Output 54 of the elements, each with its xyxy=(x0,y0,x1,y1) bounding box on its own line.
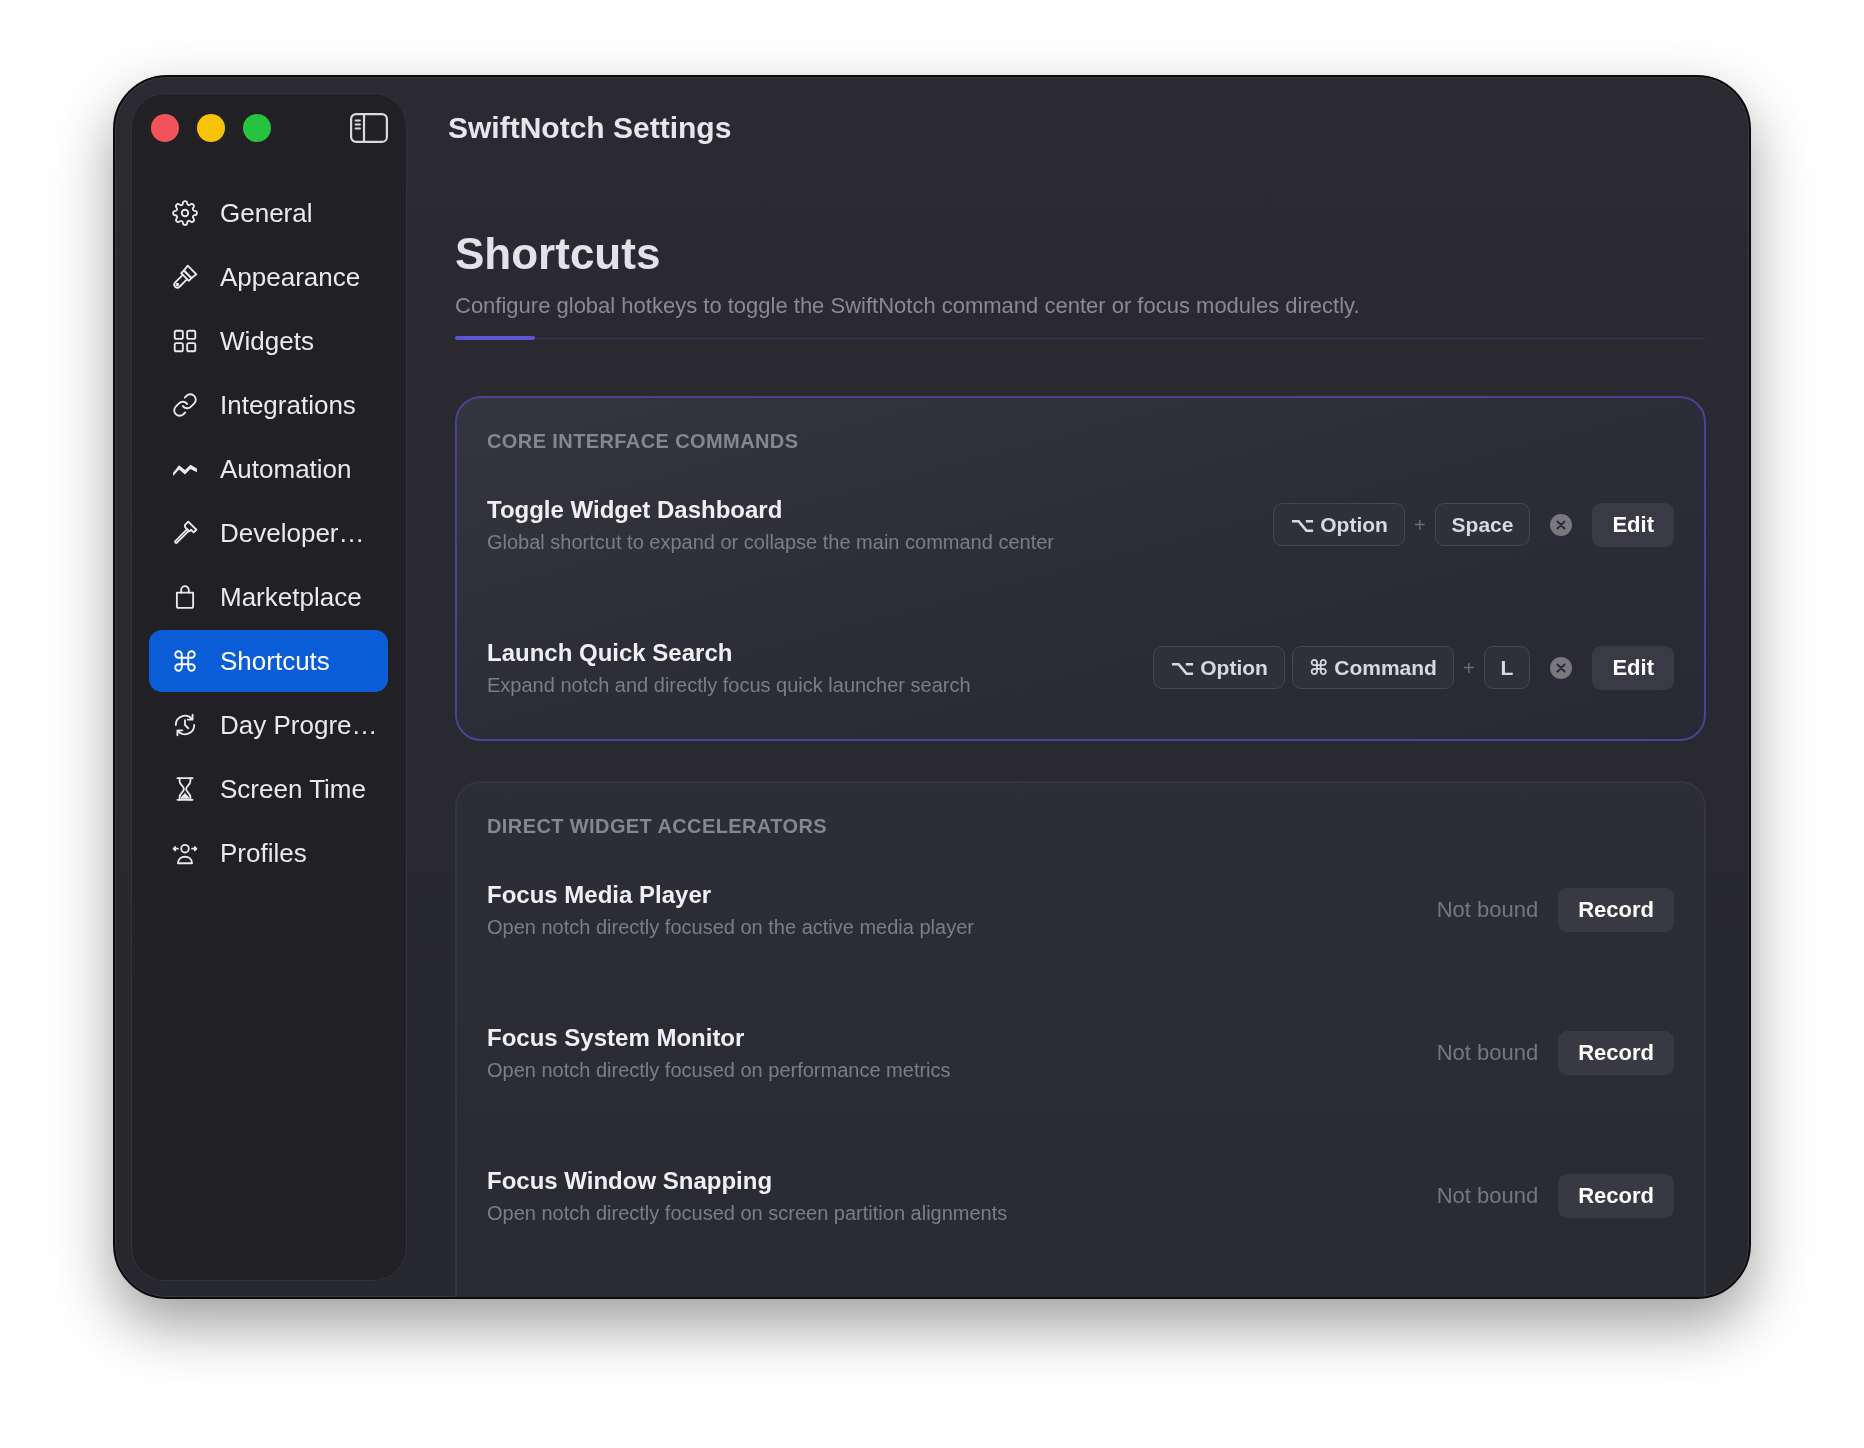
shortcut-title: Launch Quick Search xyxy=(487,637,734,668)
sidebar-item[interactable]: Widgets xyxy=(149,310,388,372)
sidebar-item[interactable]: Automation xyxy=(149,438,388,500)
edit-button[interactable]: Edit xyxy=(1592,502,1674,547)
record-button[interactable]: Record xyxy=(1558,1173,1674,1218)
paintbrush-icon xyxy=(172,264,198,290)
command-icon xyxy=(172,648,198,674)
sidebar-item[interactable]: Day Progre… xyxy=(149,694,388,756)
shortcut-description: Expand notch and directly focus quick launcher search xyxy=(487,672,971,698)
shortcut-key: ⌥ Option xyxy=(1153,646,1285,689)
sidebar-item[interactable]: General xyxy=(149,182,388,244)
window-title: SwiftNotch Settings xyxy=(448,110,733,146)
gear-icon xyxy=(172,200,198,226)
shortcut-key: Space xyxy=(1434,503,1531,546)
sidebar-item[interactable]: Developer… xyxy=(149,502,388,564)
binding-status: Not bound xyxy=(1436,1038,1539,1067)
sidebar-item[interactable]: Screen Time xyxy=(149,758,388,820)
sidebar-item[interactable]: Shortcuts xyxy=(149,630,388,692)
clear-icon[interactable] xyxy=(1550,513,1573,536)
close-icon[interactable] xyxy=(151,114,179,142)
fullscreen-icon[interactable] xyxy=(243,114,271,142)
section-heading: DIRECT WIDGET ACCELERATORS xyxy=(487,814,829,838)
edit-button[interactable]: Edit xyxy=(1592,645,1674,690)
sidebar-item[interactable]: Marketplace xyxy=(149,566,388,628)
plus-sign: + xyxy=(1413,512,1426,537)
page-heading: Shortcuts xyxy=(455,228,662,280)
record-button[interactable]: Record xyxy=(1558,1030,1674,1075)
hammer-icon xyxy=(172,520,198,546)
shortcut-title: Focus Window Snapping xyxy=(487,1165,774,1196)
shortcut-title: Focus Media Player xyxy=(487,879,713,910)
sidebar-item[interactable]: Appearance xyxy=(149,246,388,308)
shortcut-title: Toggle Widget Dashboard xyxy=(487,494,784,525)
clock-arrows-icon xyxy=(172,712,198,738)
binding-status: Not bound xyxy=(1436,1181,1539,1210)
link-icon xyxy=(172,392,198,418)
shortcut-key: ⌥ Option xyxy=(1273,503,1405,546)
sidebar-item[interactable]: Integrations xyxy=(149,374,388,436)
shortcut-description: Global shortcut to expand or collapse the main command center xyxy=(487,529,1054,555)
shortcut-description: Open notch directly focused on performance metrics xyxy=(487,1057,951,1083)
shortcut-title: Focus System Monitor xyxy=(487,1022,746,1053)
shortcut-key: L xyxy=(1483,646,1531,689)
clear-icon[interactable] xyxy=(1550,656,1573,679)
binding-status: Not bound xyxy=(1436,895,1539,924)
plus-sign: + xyxy=(1462,655,1475,680)
grid-icon xyxy=(172,328,198,354)
shortcut-description: Open notch directly focused on the active media player xyxy=(487,914,974,940)
page-subtitle: Configure global hotkeys to toggle the SwiftNotch command center or focus modules directly. xyxy=(455,292,1361,320)
sidebar-item[interactable]: Profiles xyxy=(149,822,388,884)
minimize-icon[interactable] xyxy=(197,114,225,142)
section-heading: CORE INTERFACE COMMANDS xyxy=(487,429,800,453)
sidebar-icon[interactable] xyxy=(350,113,388,143)
shortcut-description: Open notch directly focused on screen partition alignments xyxy=(487,1200,1008,1226)
shortcut-key: ⌘ Command xyxy=(1291,646,1454,689)
record-button[interactable]: Record xyxy=(1558,887,1674,932)
